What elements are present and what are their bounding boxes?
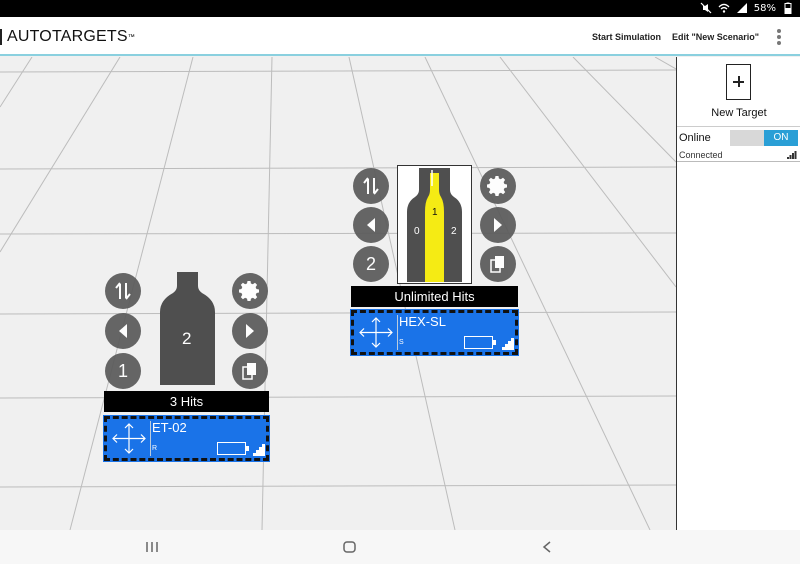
swap-button[interactable] bbox=[105, 273, 141, 309]
home-icon[interactable] bbox=[343, 541, 356, 553]
counter-value: 2 bbox=[365, 253, 376, 274]
settings-button[interactable] bbox=[480, 168, 516, 204]
logo-bar bbox=[0, 29, 2, 45]
edit-scenario-button[interactable]: Edit "New Scenario" bbox=[672, 32, 759, 42]
overflow-menu-icon[interactable] bbox=[777, 29, 781, 45]
copy-icon bbox=[242, 363, 256, 380]
device-status: Online ON Connected bbox=[677, 128, 800, 162]
move-handle[interactable] bbox=[356, 315, 398, 350]
app-bar: AUTOTARGETS ™ Start Simulation Edit "New … bbox=[0, 17, 800, 56]
target-side: S bbox=[399, 339, 404, 346]
targets-panel: New Target Online ON Connected bbox=[676, 57, 800, 530]
connection-status: Connected bbox=[679, 150, 723, 160]
copy-button[interactable] bbox=[232, 353, 268, 389]
previous-button[interactable] bbox=[105, 313, 141, 349]
target-name: ET-02 bbox=[152, 420, 187, 435]
plus-icon bbox=[726, 64, 751, 100]
gear-icon bbox=[239, 281, 259, 301]
battery-percent: 58% bbox=[753, 2, 776, 14]
move-handle[interactable] bbox=[109, 421, 151, 456]
wifi-icon bbox=[718, 3, 730, 13]
new-target-button[interactable]: New Target bbox=[677, 57, 800, 127]
toggle-on-label: ON bbox=[764, 130, 798, 146]
logo-tm: ™ bbox=[127, 33, 135, 41]
gear-icon bbox=[487, 176, 507, 196]
logo-text: AUTOTARGETS bbox=[7, 28, 128, 45]
app-logo: AUTOTARGETS ™ bbox=[0, 28, 135, 46]
hits-label: 3 Hits bbox=[104, 391, 269, 412]
right-arrow-icon bbox=[246, 324, 254, 338]
zone-label: 2 bbox=[182, 329, 192, 348]
left-arrow-icon bbox=[367, 218, 375, 232]
scenario-canvas[interactable]: 1 2 3 Hits ET-02 R 2 0 1 2 Unlimited Hit… bbox=[0, 57, 676, 530]
zone-0-label: 0 bbox=[414, 226, 420, 237]
move-arrows-icon bbox=[359, 317, 393, 348]
mute-icon bbox=[700, 2, 712, 14]
signal-icon bbox=[253, 444, 265, 456]
copy-button[interactable] bbox=[480, 246, 516, 282]
hits-label: Unlimited Hits bbox=[351, 286, 518, 307]
target-silhouette[interactable]: 2 bbox=[160, 272, 215, 385]
battery-icon bbox=[784, 2, 792, 14]
signal-icon bbox=[502, 338, 514, 350]
start-simulation-button[interactable]: Start Simulation bbox=[592, 32, 661, 42]
next-button[interactable] bbox=[480, 207, 516, 243]
target-card-et02[interactable]: ET-02 R bbox=[103, 415, 270, 462]
counter-button[interactable]: 2 bbox=[353, 246, 389, 282]
battery-icon bbox=[217, 442, 249, 455]
recent-apps-icon[interactable] bbox=[145, 541, 159, 553]
hex-silhouette-shape bbox=[407, 168, 462, 282]
swap-arrows-icon bbox=[115, 282, 131, 300]
zone-2-label: 2 bbox=[451, 226, 457, 237]
online-label: Online bbox=[679, 132, 711, 144]
online-toggle[interactable]: ON bbox=[730, 130, 798, 146]
new-target-label: New Target bbox=[711, 107, 767, 119]
swap-arrows-icon bbox=[363, 177, 379, 195]
target-side: R bbox=[152, 445, 158, 452]
battery-icon bbox=[464, 336, 496, 349]
signal-icon bbox=[787, 151, 797, 159]
app-root: 58% AUTOTARGETS ™ Start Simulation Edit "… bbox=[0, 0, 800, 564]
move-arrows-icon bbox=[112, 423, 146, 454]
floor-grid bbox=[0, 57, 676, 530]
swap-button[interactable] bbox=[353, 168, 389, 204]
copy-icon bbox=[490, 256, 504, 273]
counter-value: 1 bbox=[117, 360, 128, 381]
target-name: HEX-SL bbox=[399, 314, 446, 329]
next-button[interactable] bbox=[232, 313, 268, 349]
settings-button[interactable] bbox=[232, 273, 268, 309]
zone-1-label: 1 bbox=[432, 207, 438, 218]
previous-button[interactable] bbox=[353, 207, 389, 243]
cell-signal-icon bbox=[736, 3, 747, 13]
target-card-hexsl[interactable]: HEX-SL S bbox=[350, 309, 519, 356]
status-bar: 58% bbox=[0, 0, 800, 17]
right-arrow-icon bbox=[494, 218, 502, 232]
counter-button[interactable]: 1 bbox=[105, 353, 141, 389]
left-arrow-icon bbox=[119, 324, 127, 338]
back-icon[interactable] bbox=[542, 541, 552, 553]
hex-target-preview[interactable]: 0 1 2 bbox=[397, 165, 472, 284]
system-nav-bar bbox=[0, 530, 800, 564]
